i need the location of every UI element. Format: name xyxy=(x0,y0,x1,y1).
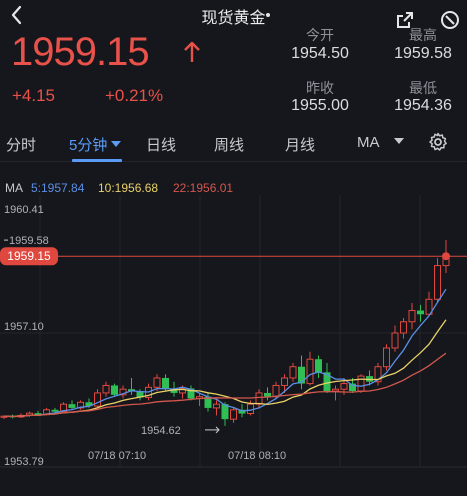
last-price-dot xyxy=(442,252,450,261)
candle-body xyxy=(162,377,169,390)
caret-down-icon xyxy=(393,138,404,144)
tab-weekly[interactable]: 周线 xyxy=(214,134,244,155)
candle-body xyxy=(230,409,237,420)
y-tick-label: 1960.41 xyxy=(4,204,44,216)
candle-body xyxy=(264,392,271,397)
candle-body xyxy=(391,332,399,349)
ma5-value: 5:1957.84 xyxy=(31,181,85,195)
candle-body xyxy=(400,321,407,334)
candle-body xyxy=(213,403,220,409)
tab-ma[interactable]: MA xyxy=(357,134,404,151)
low-label: 最低 xyxy=(409,80,437,96)
candle-body xyxy=(153,377,161,388)
candle-body xyxy=(332,388,339,392)
open-value: 1954.50 xyxy=(291,45,349,62)
candle-body xyxy=(315,359,322,373)
tab-timeshare[interactable]: 分时 xyxy=(6,134,36,155)
tab-label: 5分钟 xyxy=(69,137,108,154)
ma22-value: 22:1956.01 xyxy=(173,181,234,195)
high-label: 最高 xyxy=(409,27,437,43)
candle-body xyxy=(289,366,297,379)
tab-monthly[interactable]: 月线 xyxy=(285,134,315,155)
price-change-percent: +0.21% xyxy=(105,86,164,105)
candle-body xyxy=(434,265,441,300)
tab-label: 分时 xyxy=(6,137,37,154)
period-tabs: 分时 5分钟 日线 周线 月线 MA xyxy=(0,122,467,162)
high-marker-label: 1959.58 xyxy=(9,235,49,247)
low-value: 1954.36 xyxy=(394,97,452,114)
tab-daily[interactable]: 日线 xyxy=(146,134,176,155)
y-tick-label: 1957.10 xyxy=(4,321,44,333)
candle-body xyxy=(247,403,254,415)
tab-label: 周线 xyxy=(214,137,245,154)
active-tab-indicator xyxy=(72,159,122,162)
candle-body xyxy=(68,404,76,408)
candle-body xyxy=(281,377,288,386)
candle-body xyxy=(255,392,263,405)
candle-body xyxy=(417,310,424,315)
ma-legend-title: MA xyxy=(5,181,23,195)
x-tick-label: 07/18 08:10 xyxy=(228,450,286,462)
candlestick-chart[interactable]: 1960.41 1957.10 1953.79 07/18 07:10 07/18 08… xyxy=(0,195,467,496)
tab-label: MA xyxy=(357,134,380,151)
caret-down-icon xyxy=(111,141,122,147)
open-label: 今开 xyxy=(306,27,334,43)
candle-body xyxy=(408,310,416,323)
prev-close-label: 昨收 xyxy=(306,80,334,96)
x-tick-label: 07/18 07:10 xyxy=(88,450,146,462)
prev-close-value: 1955.00 xyxy=(291,97,349,114)
ma10-value: 10:1956.68 xyxy=(98,181,159,195)
tab-label: 日线 xyxy=(146,137,177,154)
candle-body xyxy=(340,383,348,390)
low-marker-label: 1954.62 xyxy=(141,425,181,437)
candle-body xyxy=(51,409,59,412)
status-dot xyxy=(266,13,270,17)
candle-body xyxy=(357,375,365,392)
high-value: 1959.58 xyxy=(394,45,452,62)
tab-label: 月线 xyxy=(285,137,316,154)
candle-body xyxy=(102,384,110,394)
tab-5min[interactable]: 5分钟 xyxy=(69,134,122,155)
candle-body xyxy=(383,347,390,368)
current-price: 1959.15 xyxy=(11,30,150,74)
arrow-up-icon xyxy=(184,41,200,62)
price-change: +4.15 xyxy=(12,86,56,105)
gear-icon[interactable] xyxy=(428,132,448,152)
last-price-tag: 1959.15 xyxy=(7,249,51,263)
candle-body xyxy=(298,366,305,384)
candle-body xyxy=(272,384,280,398)
y-tick-label: 1953.79 xyxy=(4,456,44,468)
candle-body xyxy=(306,358,314,385)
candle-body xyxy=(111,385,118,395)
